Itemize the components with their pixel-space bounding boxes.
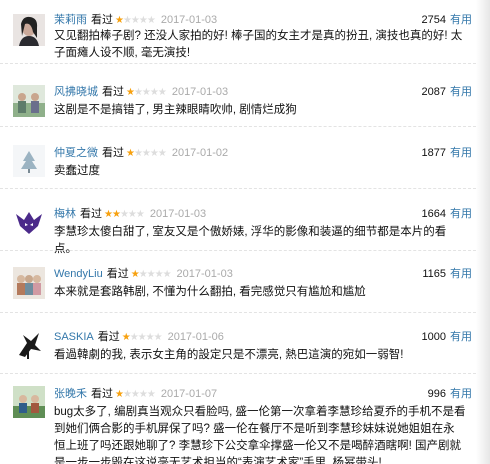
seen-label: 看过 bbox=[102, 147, 124, 159]
seen-label: 看过 bbox=[102, 86, 124, 98]
vote-area: 1000 有用 bbox=[422, 329, 472, 345]
comment-item: 风拂晓城 看过 ★★★★★ 2017-01-03 2087 有用 这剧是不是搞错了, 男… bbox=[0, 64, 476, 127]
user-avatar[interactable] bbox=[13, 386, 45, 418]
user-avatar[interactable] bbox=[13, 267, 45, 299]
seen-label: 看过 bbox=[91, 388, 113, 400]
comment-meta: 梅林 看过 ★★★★★ 2017-01-03 bbox=[54, 206, 206, 222]
vote-count: 996 bbox=[427, 388, 446, 400]
comment-meta: 茉莉雨 看过 ★★★★★ 2017-01-03 bbox=[54, 12, 217, 28]
vote-area: 1165 有用 bbox=[422, 266, 472, 282]
useful-button[interactable]: 有用 bbox=[450, 14, 472, 26]
vote-area: 1877 有用 bbox=[422, 145, 472, 161]
vote-count: 1000 bbox=[421, 331, 446, 343]
rating-stars: ★★★★★ bbox=[126, 148, 167, 159]
comment-date: 2017-01-03 bbox=[171, 86, 229, 98]
vote-area: 2754 有用 bbox=[422, 12, 472, 28]
comment-item: 梅林 看过 ★★★★★ 2017-01-03 1664 有用 李慧珍太傻白甜了, 室友又… bbox=[0, 189, 476, 255]
comment-text: 这剧是不是搞错了, 男主辣眼睛吹帅, 剧情烂成狗 bbox=[54, 104, 297, 116]
username-link[interactable]: 茉莉雨 bbox=[54, 14, 87, 26]
vote-count: 2087 bbox=[421, 86, 446, 98]
comment-date: 2017-01-02 bbox=[171, 147, 229, 159]
comment-date: 2017-01-06 bbox=[167, 331, 224, 343]
comment-text: 本来就是套路韩剧, 不懂为什么翻拍, 看完感觉只有尴尬和尴尬 bbox=[54, 286, 366, 298]
comment-date: 2017-01-03 bbox=[160, 14, 218, 26]
seen-label: 看过 bbox=[80, 208, 102, 220]
username-link[interactable]: 风拂晓城 bbox=[54, 86, 98, 98]
useful-button[interactable]: 有用 bbox=[450, 268, 472, 280]
comment-item: 仲夏之微 看过 ★★★★★ 2017-01-02 1877 有用 卖蠢过度 bbox=[0, 127, 476, 189]
vote-count: 1664 bbox=[421, 208, 446, 220]
comment-meta: 仲夏之微 看过 ★★★★★ 2017-01-02 bbox=[54, 145, 228, 161]
vote-area: 1664 有用 bbox=[422, 206, 472, 222]
rating-stars: ★★★★★ bbox=[115, 15, 156, 26]
vote-count: 1877 bbox=[421, 147, 446, 159]
page-edge-shadow bbox=[476, 0, 490, 464]
comment-item: 茉莉雨 看过 ★★★★★ 2017-01-03 2754 有用 又见翻拍棒子剧? 还没人… bbox=[0, 0, 476, 64]
user-avatar[interactable] bbox=[13, 85, 45, 117]
vote-area: 996 有用 bbox=[428, 386, 472, 402]
seen-label: 看过 bbox=[106, 268, 129, 280]
comment-text: 卖蠢过度 bbox=[54, 165, 100, 177]
comment-meta: SASKIA 看过 ★★★★★ 2017-01-06 bbox=[54, 329, 224, 345]
username-link[interactable]: 张晚禾 bbox=[54, 388, 87, 400]
comment-meta: WendyLiu 看过 ★★★★★ 2017-01-03 bbox=[54, 266, 233, 282]
username-link[interactable]: 梅林 bbox=[54, 208, 76, 220]
comment-item: 张晚禾 看过 ★★★★★ 2017-01-07 996 有用 bug太多了, 编剧真当观… bbox=[0, 374, 476, 464]
comment-date: 2017-01-07 bbox=[160, 388, 218, 400]
vote-area: 2087 有用 bbox=[422, 84, 472, 100]
comment-text: 看過韓劇的我, 表示女主角的設定只是不漂亮, 熱巴這演的宛如一弱智! bbox=[54, 349, 404, 361]
seen-label: 看过 bbox=[97, 331, 120, 343]
useful-button[interactable]: 有用 bbox=[450, 86, 472, 98]
useful-button[interactable]: 有用 bbox=[450, 331, 472, 343]
rating-stars: ★★★★★ bbox=[121, 332, 163, 343]
comment-meta: 风拂晓城 看过 ★★★★★ 2017-01-03 bbox=[54, 84, 228, 100]
comment-date: 2017-01-03 bbox=[149, 208, 207, 220]
username-link[interactable]: SASKIA bbox=[54, 331, 94, 343]
rating-stars: ★★★★★ bbox=[130, 269, 172, 280]
seen-label: 看过 bbox=[91, 14, 113, 26]
comment-item: WendyLiu 看过 ★★★★★ 2017-01-03 1165 有用 本来就是套路韩… bbox=[0, 251, 476, 313]
user-avatar[interactable] bbox=[13, 14, 45, 46]
rating-stars: ★★★★★ bbox=[115, 389, 156, 400]
comment-text: bug太多了, 编剧真当观众只看脸吗, 盛一伦第一次拿着李慧珍给夏乔的手机不是看… bbox=[54, 406, 466, 464]
user-avatar[interactable] bbox=[13, 145, 45, 177]
user-avatar[interactable] bbox=[13, 329, 45, 361]
comment-text: 又见翻拍棒子剧? 还没人家拍的好! 棒子国的女主才是真的扮丑, 演技也真的好! … bbox=[54, 30, 463, 59]
user-avatar[interactable] bbox=[13, 206, 45, 238]
username-link[interactable]: 仲夏之微 bbox=[54, 147, 98, 159]
comment-list: 茉莉雨 看过 ★★★★★ 2017-01-03 2754 有用 又见翻拍棒子剧? 还没人… bbox=[0, 0, 476, 464]
vote-count: 1165 bbox=[422, 268, 446, 280]
vote-count: 2754 bbox=[421, 14, 446, 26]
useful-button[interactable]: 有用 bbox=[450, 388, 472, 400]
rating-stars: ★★★★★ bbox=[104, 209, 145, 220]
username-link[interactable]: WendyLiu bbox=[54, 268, 103, 280]
rating-stars: ★★★★★ bbox=[126, 87, 167, 98]
useful-button[interactable]: 有用 bbox=[450, 208, 472, 220]
comment-meta: 张晚禾 看过 ★★★★★ 2017-01-07 bbox=[54, 386, 217, 402]
useful-button[interactable]: 有用 bbox=[450, 147, 472, 159]
comment-item: SASKIA 看过 ★★★★★ 2017-01-06 1000 有用 看過韓劇的我, 表… bbox=[0, 313, 476, 374]
comment-date: 2017-01-03 bbox=[176, 268, 233, 280]
